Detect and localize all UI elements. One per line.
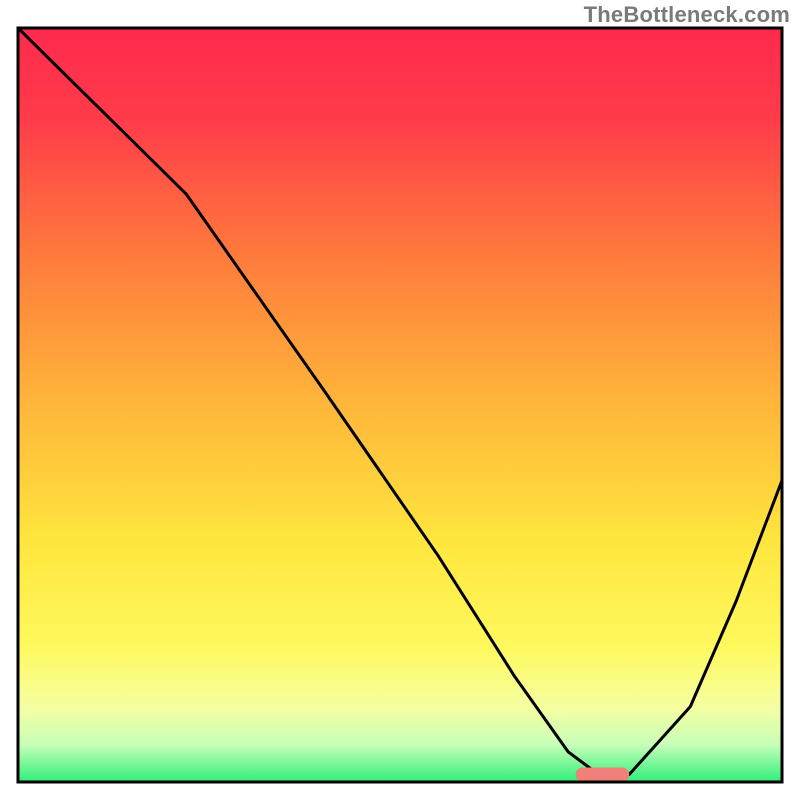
chart-svg [0,0,800,800]
optimum-marker [576,768,630,782]
chart-container: TheBottleneck.com [0,0,800,800]
